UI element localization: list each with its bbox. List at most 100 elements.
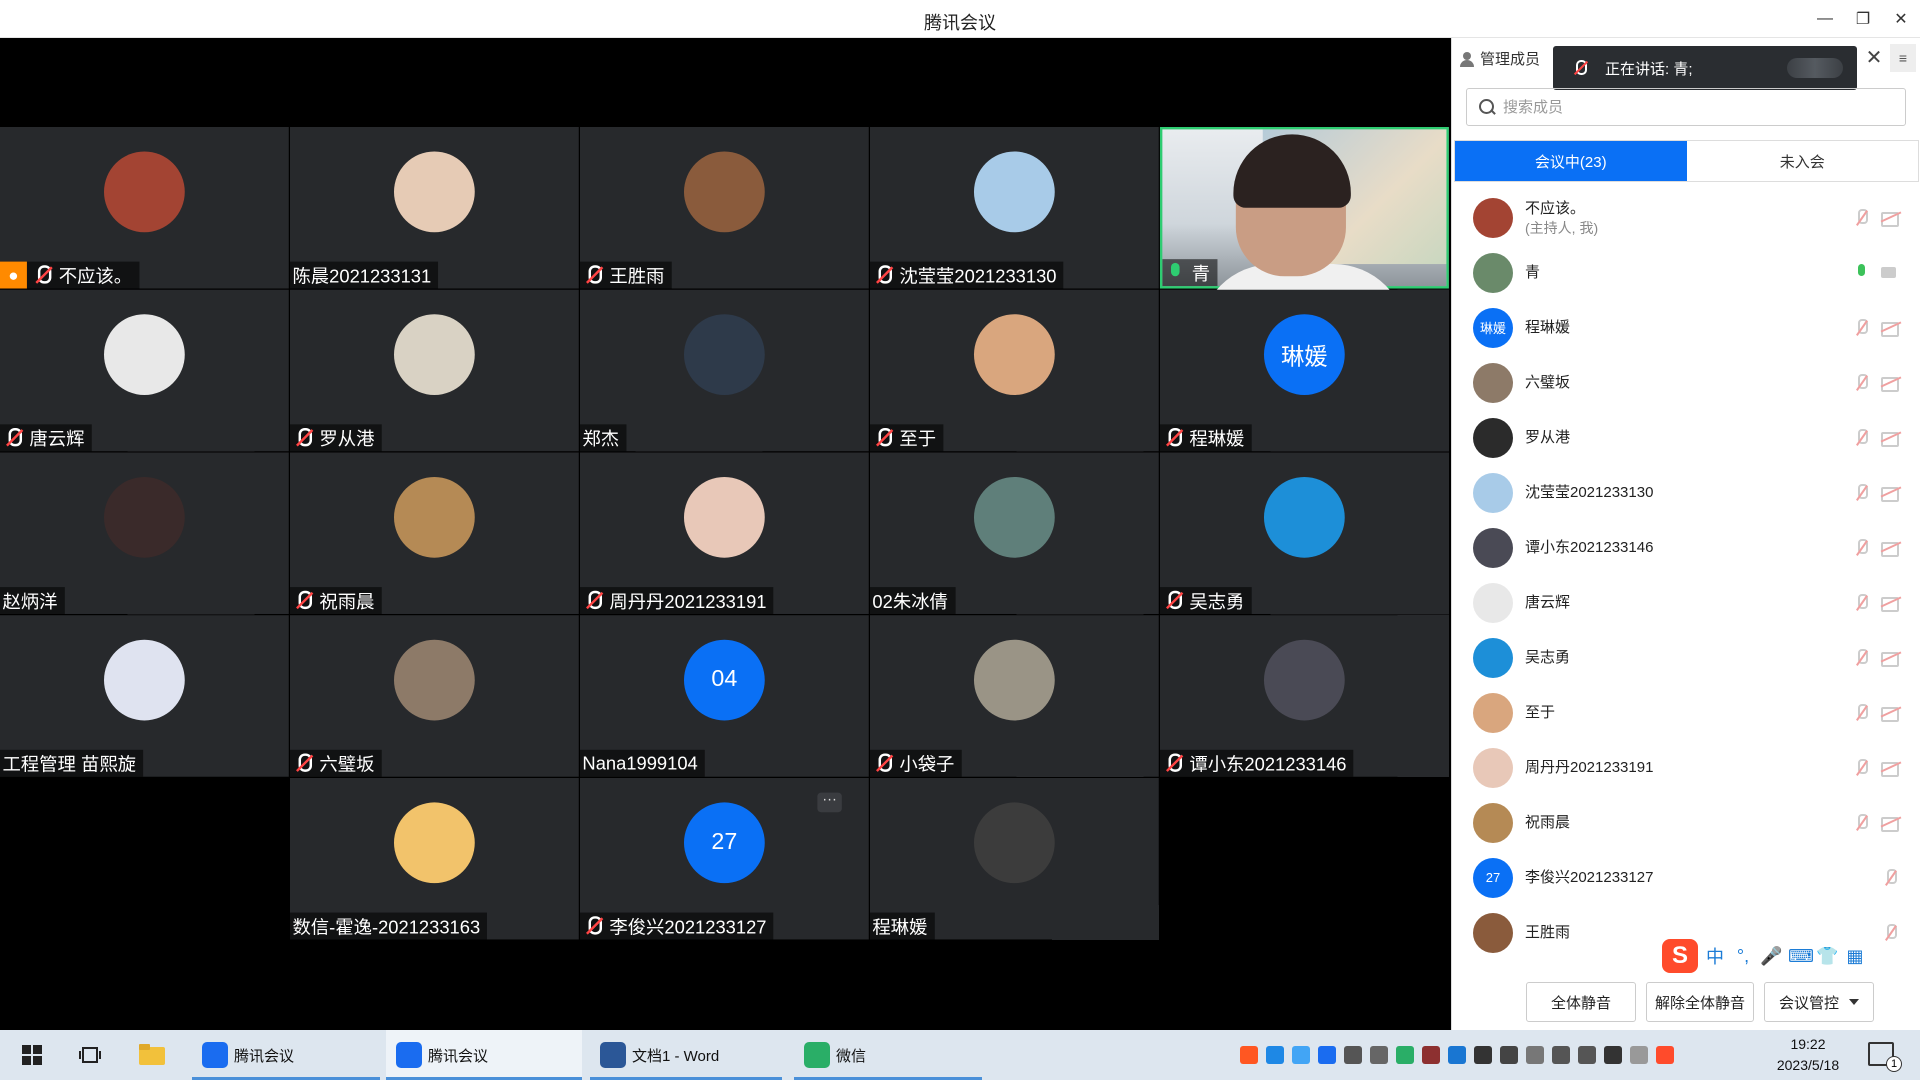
member-row[interactable]: 琳媛 程琳媛 [1452,300,1920,355]
wifi-icon[interactable] [1552,1046,1570,1064]
taskbar-item[interactable]: 腾讯会议 [386,1030,582,1080]
video-tile[interactable]: 04 Nana1999104 [579,615,869,777]
video-tile[interactable]: ● 不应该。 [0,127,289,289]
task-view-button[interactable] [70,1030,110,1080]
ime-keyboard-icon[interactable]: ⌨ [1788,946,1814,967]
tray-app-icon[interactable] [1266,1046,1284,1064]
camera-off-icon[interactable] [1881,375,1903,392]
mic-muted-icon[interactable] [1852,373,1872,393]
video-tile[interactable]: 祝雨晨 [289,452,579,614]
camera-off-icon[interactable] [1881,540,1903,557]
mute-all-button[interactable]: 全体静音 [1526,982,1636,1022]
member-row[interactable]: 青 [1452,245,1920,300]
video-tile[interactable]: 沈莹莹2021233130 [869,127,1159,289]
video-tile[interactable]: 工程管理 苗熙旋 [0,615,289,777]
member-row[interactable]: 至于 [1452,685,1920,740]
more-options-icon[interactable]: ··· [817,791,842,813]
close-button[interactable]: ✕ [1882,0,1920,38]
video-tile[interactable]: 谭小东2021233146 [1159,615,1449,777]
sogou-tray-icon[interactable] [1656,1046,1674,1064]
ime-voice-icon[interactable]: 🎤 [1760,946,1782,967]
camera-off-icon[interactable] [1881,595,1903,612]
video-tile[interactable]: 数信-霍逸-2021233163 [289,777,579,940]
video-tile[interactable]: 27 ··· 李俊兴2021233127 [579,777,869,940]
mic-muted-icon[interactable] [1852,593,1872,613]
camera-off-icon[interactable] [1881,485,1903,502]
video-tile[interactable]: 赵炳洋 [0,452,289,614]
tray-app-icon[interactable] [1500,1046,1518,1064]
member-row[interactable]: 不应该。 (主持人, 我) [1452,190,1920,245]
tray-security-icon[interactable] [1370,1046,1388,1064]
camera-off-icon[interactable] [1881,815,1903,832]
camera-off-icon[interactable] [1881,760,1903,777]
unmute-all-button[interactable]: 解除全体静音 [1646,982,1754,1022]
member-row[interactable]: 沈莹莹2021233130 [1452,465,1920,520]
member-row[interactable]: 唐云辉 [1452,575,1920,630]
clock[interactable]: 19:22 2023/5/18 [1758,1034,1858,1076]
camera-off-icon[interactable] [1881,210,1903,227]
search-input[interactable] [1503,98,1883,116]
mic-active-icon[interactable] [1852,263,1872,283]
mic-muted-icon[interactable] [1881,868,1901,888]
video-tile[interactable]: 周丹丹2021233191 [579,452,869,614]
camera-on-icon[interactable] [1881,265,1903,281]
ime-chinese-mode[interactable]: 中 [1704,943,1726,969]
file-explorer-button[interactable] [136,1030,168,1080]
camera-off-icon[interactable] [1881,650,1903,667]
tray-app-icon[interactable] [1292,1046,1310,1064]
mic-muted-icon[interactable] [1852,428,1872,448]
video-tile[interactable]: 琳媛 程琳媛 [1159,289,1449,452]
meeting-control-button[interactable]: 会议管控 [1764,982,1874,1022]
tray-app-icon[interactable] [1526,1046,1544,1064]
mic-muted-icon[interactable] [1852,318,1872,338]
tray-app-icon[interactable] [1240,1046,1258,1064]
video-tile[interactable]: 小袋子 [869,615,1159,777]
video-tile[interactable]: 六璧坂 [289,615,579,777]
ime-skin-icon[interactable]: 👕 [1816,946,1838,967]
tray-mic-icon[interactable] [1344,1046,1362,1064]
camera-off-icon[interactable] [1881,705,1903,722]
video-tile[interactable]: 唐云辉 [0,289,289,452]
ime-toolbox-icon[interactable]: ▦ [1844,946,1866,967]
panel-menu-icon[interactable]: ≡ [1890,44,1916,72]
notification-icon[interactable]: 1 [1868,1042,1902,1072]
tab-in-meeting[interactable]: 会议中(23) [1455,141,1687,181]
video-tile[interactable]: 吴志勇 [1159,452,1449,614]
video-tile[interactable]: 陈晨2021233131 [289,127,579,289]
mic-muted-icon[interactable] [1852,538,1872,558]
member-row[interactable]: 27 李俊兴2021233127 [1452,850,1920,905]
video-tile[interactable]: 至于 [869,289,1159,452]
video-tile[interactable]: 王胜雨 [579,127,869,289]
mic-muted-icon[interactable] [1852,648,1872,668]
tray-app-icon[interactable] [1422,1046,1440,1064]
video-tile[interactable]: 郑杰 [579,289,869,452]
video-tile[interactable]: 02朱冰倩 [869,452,1159,614]
member-row[interactable]: 罗从港 [1452,410,1920,465]
video-tile[interactable]: 青 [1159,127,1449,338]
mic-muted-icon[interactable] [1852,483,1872,503]
tab-not-joined[interactable]: 未入会 [1687,141,1919,181]
bluetooth-icon[interactable] [1448,1046,1466,1064]
mic-muted-icon[interactable] [1852,703,1872,723]
ime-toolbar[interactable]: S 中 °, 🎤 ⌨ 👕 ▦ [1662,938,1902,974]
tray-meeting-icon[interactable] [1318,1046,1336,1064]
tray-app-icon[interactable] [1474,1046,1492,1064]
member-row[interactable]: 周丹丹2021233191 [1452,740,1920,795]
mic-muted-icon[interactable] [1852,208,1872,228]
sogou-logo-icon[interactable]: S [1662,939,1698,973]
video-tile[interactable]: 程琳媛 [869,777,1159,940]
member-row[interactable]: 吴志勇 [1452,630,1920,685]
minimize-button[interactable]: — [1806,0,1844,38]
battery-icon[interactable] [1604,1046,1622,1064]
restore-button[interactable]: ❐ [1844,0,1882,38]
input-method-icon[interactable] [1630,1046,1648,1064]
member-row[interactable]: 谭小东2021233146 [1452,520,1920,575]
panel-close-icon[interactable]: ✕ [1860,44,1888,72]
taskbar-item[interactable]: 文档1 - Word [590,1030,782,1080]
video-tile[interactable]: 罗从港 [289,289,579,452]
mic-muted-icon[interactable] [1852,813,1872,833]
camera-off-icon[interactable] [1881,430,1903,447]
taskbar-item[interactable]: 腾讯会议 [192,1030,380,1080]
volume-icon[interactable] [1578,1046,1596,1064]
taskbar-item[interactable]: 微信 [794,1030,982,1080]
